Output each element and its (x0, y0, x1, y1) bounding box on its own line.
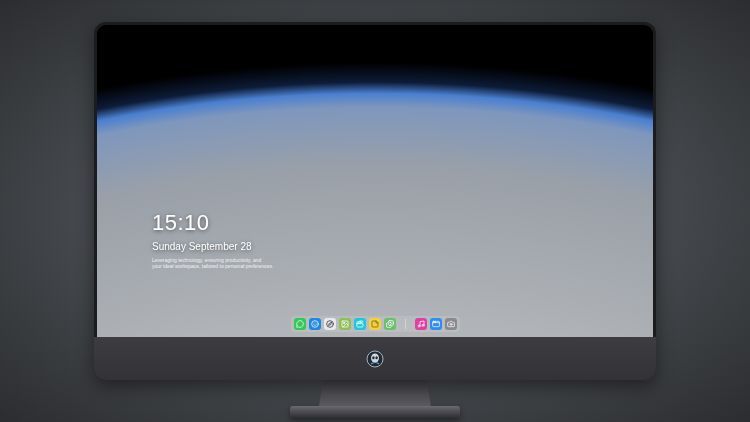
monitor-chin (94, 337, 656, 380)
desktop-screen: 15:10 Sunday September 28 Leveraging techn… (97, 25, 653, 337)
lock-clock: 15:10 Sunday September 28 Leveraging techn… (152, 211, 653, 269)
page: 15:10 Sunday September 28 Leveraging techn… (0, 0, 750, 422)
messages-icon (296, 320, 304, 328)
clock-note: your ideal workspace, tailored to person… (152, 263, 653, 269)
dock-separator (405, 319, 406, 329)
clock-date: Sunday September 28 (152, 241, 653, 253)
photos-icon (386, 320, 394, 328)
dock-item[interactable] (324, 318, 336, 330)
clock-time: 15:10 (152, 211, 653, 235)
screen-bezel: 15:10 Sunday September 28 Leveraging techn… (94, 22, 656, 337)
dock (291, 316, 460, 332)
dock-item[interactable] (384, 318, 396, 330)
safari-icon (326, 320, 334, 328)
clock-notes: Leveraging technology, ensuring producti… (152, 257, 653, 269)
dock-item[interactable] (354, 318, 366, 330)
dock-item[interactable] (445, 318, 457, 330)
monitor-stand-base (290, 406, 460, 418)
dock-item[interactable] (369, 318, 381, 330)
video-editor-icon (356, 320, 364, 328)
dock-row (97, 316, 653, 332)
finder-icon (311, 320, 319, 328)
logo-icon (366, 350, 384, 368)
monitor: 15:10 Sunday September 28 Leveraging techn… (94, 22, 656, 380)
music-icon (417, 320, 425, 328)
dock-item[interactable] (309, 318, 321, 330)
dock-item[interactable] (339, 318, 351, 330)
monitor-stand-neck (319, 380, 431, 406)
dock-item[interactable] (294, 318, 306, 330)
dock-item[interactable] (430, 318, 442, 330)
clock-note: Leveraging technology, ensuring producti… (152, 257, 653, 263)
preview-icon (341, 320, 349, 328)
app-store-icon (432, 320, 440, 328)
notes-icon (371, 320, 379, 328)
dock-item[interactable] (415, 318, 427, 330)
camera-icon (447, 320, 455, 328)
